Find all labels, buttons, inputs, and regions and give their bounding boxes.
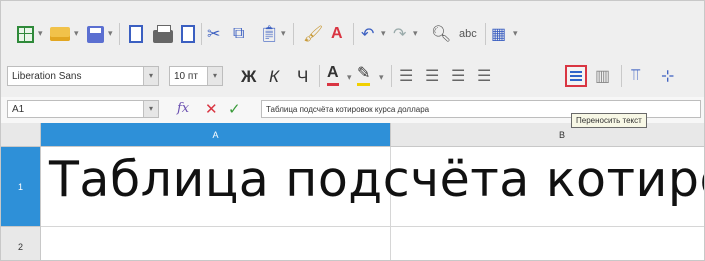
merge-cells-icon[interactable]: ▥ [595, 63, 610, 89]
cell-b2[interactable] [391, 227, 704, 260]
spelling-icon[interactable]: abc [459, 21, 477, 47]
formatting-toolbar: Liberation Sans ▾ 10 пт ▾ Ж К Ч A ▾ ✎ ▾ … [1, 55, 704, 98]
copy-icon[interactable]: ⧉ [233, 21, 244, 47]
new-dropdown-icon[interactable]: ▾ [38, 28, 43, 39]
font-color-icon[interactable]: A [327, 63, 339, 86]
separator [319, 65, 320, 87]
align-right-icon[interactable]: ☰ [451, 63, 465, 89]
wrap-text-tooltip: Переносить текст [571, 113, 647, 128]
font-size-value: 10 пт [174, 71, 198, 82]
separator [621, 65, 622, 87]
row-dropdown-icon[interactable]: ▾ [513, 28, 518, 39]
redo-dropdown-icon[interactable]: ▾ [413, 28, 418, 39]
open-folder-icon[interactable] [50, 21, 70, 47]
clone-formatting-icon[interactable]: 🖌︎ [303, 21, 323, 47]
separator [391, 65, 392, 87]
italic-button[interactable]: К [269, 67, 279, 87]
align-center-vertical-icon[interactable]: ⊹ [661, 63, 674, 89]
cut-icon[interactable]: ✂ [207, 21, 220, 47]
formula-content: Таблица подсчёта котировок курса доллара [266, 105, 430, 114]
wrap-text-button[interactable] [563, 63, 589, 89]
align-center-icon[interactable]: ☰ [425, 63, 439, 89]
save-icon[interactable] [87, 21, 104, 47]
cancel-icon[interactable]: ✕ [205, 100, 218, 118]
column-header-a[interactable]: A [41, 123, 391, 147]
align-top-icon[interactable]: ⫪ [631, 63, 640, 89]
undo-icon[interactable]: ↶ [361, 21, 374, 47]
separator [485, 23, 486, 45]
separator [201, 23, 202, 45]
name-box[interactable]: A1 ▾ [7, 100, 159, 118]
highlight-color-icon[interactable]: ✎ [357, 63, 371, 86]
column-header-b[interactable]: B [391, 123, 704, 147]
row-header-2[interactable]: 2 [1, 227, 41, 260]
separator [293, 23, 294, 45]
standard-toolbar: ▾ ▾ ▾ ✂ ⧉ 📋︎ ▾ 🖌︎ A ↶ ▾ ↷ ▾ 🔍︎ abc ▦ ▾ [1, 1, 704, 56]
undo-dropdown-icon[interactable]: ▾ [381, 28, 386, 39]
row-icon[interactable]: ▦ [491, 21, 506, 47]
bold-button[interactable]: Ж [241, 67, 256, 87]
select-all-corner[interactable] [1, 123, 41, 147]
new-spreadsheet-icon[interactable] [17, 21, 34, 47]
highlight-dropdown-icon[interactable]: ▾ [379, 72, 384, 83]
find-replace-icon[interactable]: 🔍︎ [431, 21, 451, 47]
paste-icon[interactable]: 📋︎ [259, 21, 279, 47]
paste-dropdown-icon[interactable]: ▾ [281, 28, 286, 39]
print-preview-icon[interactable] [181, 21, 195, 47]
cell-reference: A1 [12, 104, 25, 115]
accept-icon[interactable]: ✓ [228, 100, 241, 118]
align-left-icon[interactable]: ☰ [399, 63, 413, 89]
font-name-dropdown-icon[interactable]: ▾ [143, 67, 158, 85]
separator [119, 23, 120, 45]
clear-formatting-icon[interactable]: A [331, 21, 343, 47]
export-pdf-icon[interactable] [129, 21, 143, 47]
save-dropdown-icon[interactable]: ▾ [108, 28, 113, 39]
justify-icon[interactable]: ☰ [477, 63, 491, 89]
print-icon[interactable] [153, 23, 173, 49]
font-color-dropdown-icon[interactable]: ▾ [347, 72, 352, 83]
cell-a1-text: Таблица подсчёта котиро [49, 151, 705, 208]
spreadsheet-grid: A B 1 2 Таблица подсчёта котиро [1, 123, 704, 260]
underline-button[interactable]: Ч [297, 67, 308, 87]
calc-window: ▾ ▾ ▾ ✂ ⧉ 📋︎ ▾ 🖌︎ A ↶ ▾ ↷ ▾ 🔍︎ abc ▦ ▾ L… [0, 0, 705, 261]
wrap-text-icon [565, 65, 587, 87]
open-dropdown-icon[interactable]: ▾ [74, 28, 79, 39]
function-wizard-button[interactable]: fx [177, 101, 189, 116]
font-name-value: Liberation Sans [12, 71, 82, 82]
font-name-box[interactable]: Liberation Sans ▾ [7, 66, 159, 86]
cell-a2[interactable] [41, 227, 391, 260]
name-box-dropdown-icon[interactable]: ▾ [143, 101, 158, 117]
font-size-dropdown-icon[interactable]: ▾ [207, 67, 222, 85]
row-header-1[interactable]: 1 [1, 147, 41, 227]
font-size-box[interactable]: 10 пт ▾ [169, 66, 223, 86]
separator [353, 23, 354, 45]
redo-icon[interactable]: ↷ [393, 21, 406, 47]
